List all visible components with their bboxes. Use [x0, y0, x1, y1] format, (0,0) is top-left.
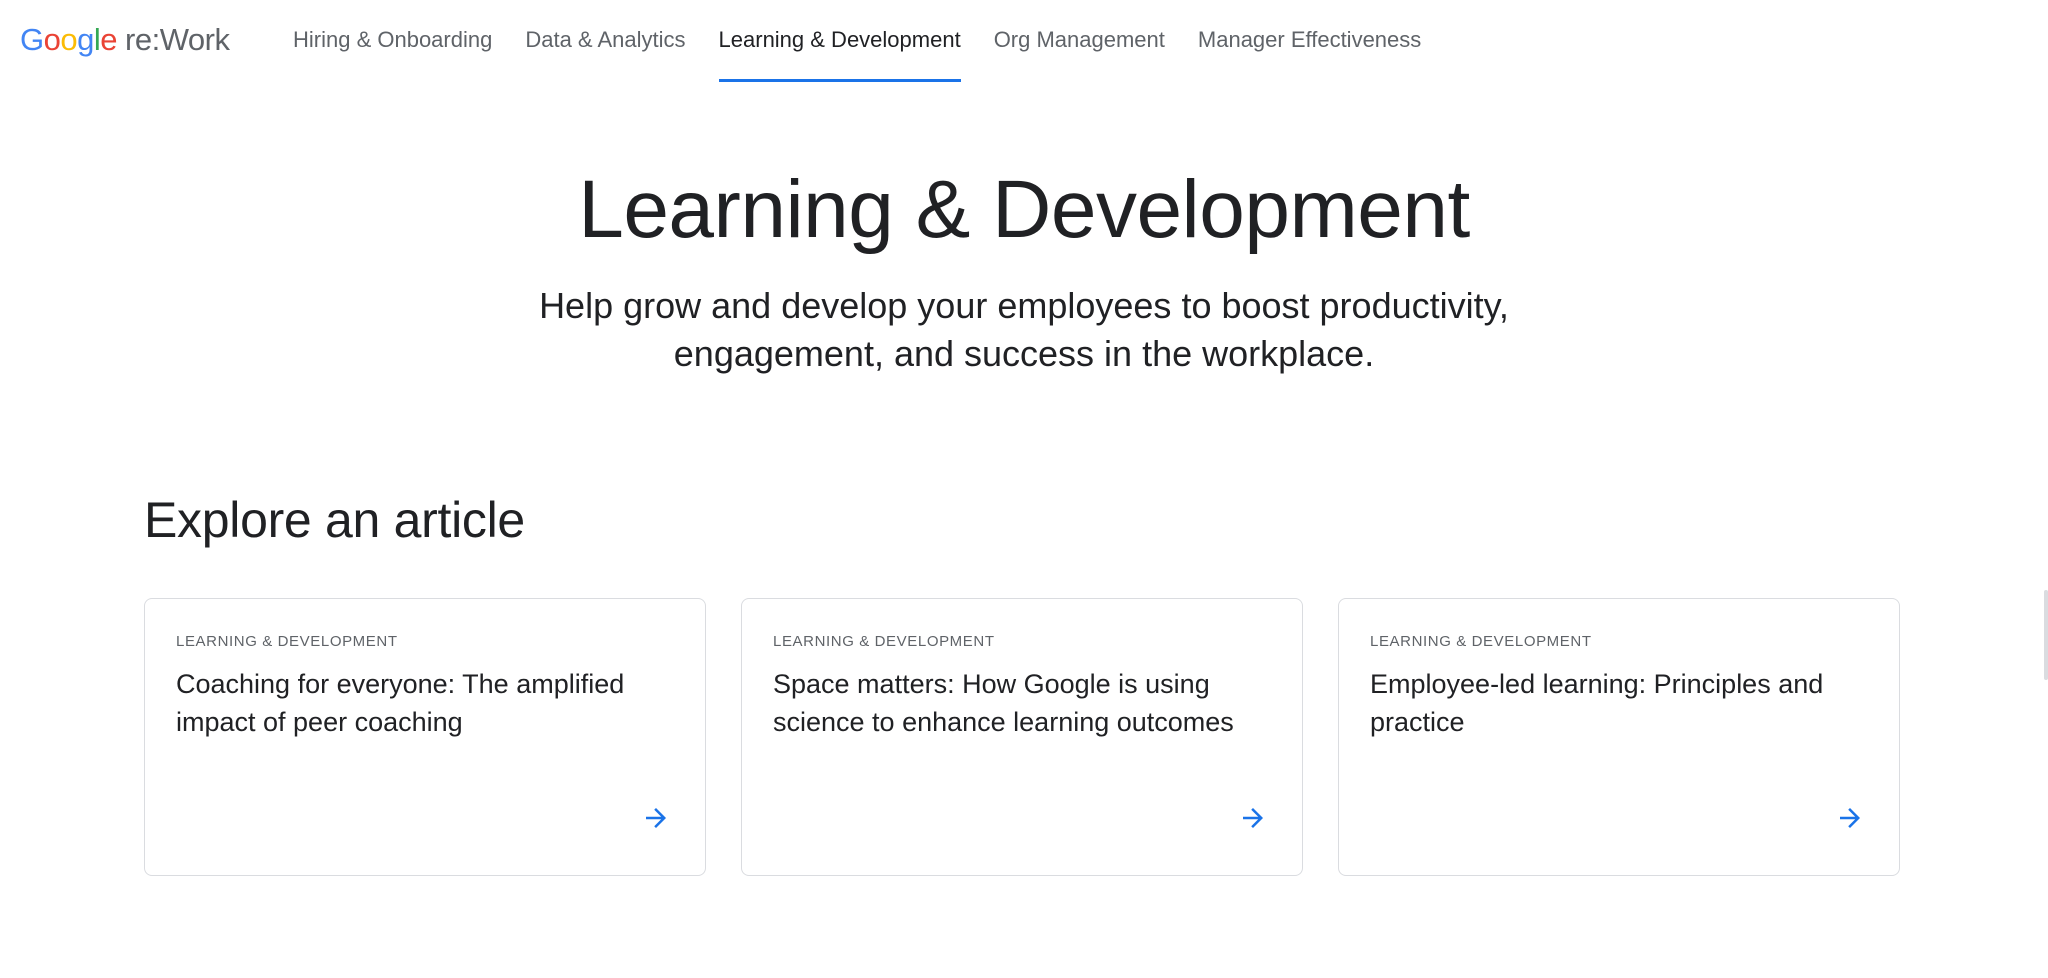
logo-product-name: re:Work — [125, 22, 230, 57]
card-title: Space matters: How Google is using scien… — [773, 669, 1234, 737]
arrow-right-icon[interactable] — [641, 803, 671, 833]
google-rework-logo[interactable]: Google re:Work — [20, 19, 230, 61]
page-subtitle: Help grow and develop your employees to … — [539, 285, 1509, 374]
nav-item-hiring-onboarding[interactable]: Hiring & Onboarding — [293, 0, 492, 82]
article-card-peer-coaching[interactable]: Learning & Development Coaching for ever… — [144, 598, 706, 876]
logo-letter: o — [60, 22, 78, 57]
section-title: Explore an article — [144, 492, 525, 548]
arrow-right-icon[interactable] — [1835, 803, 1865, 833]
nav-item-learning-development[interactable]: Learning & Development — [718, 0, 961, 82]
article-card-employee-led-learning[interactable]: Learning & Development Employee-led lear… — [1338, 598, 1900, 876]
logo-letter: e — [100, 22, 118, 57]
site-header: Google re:Work Hiring & Onboarding Data … — [0, 0, 2048, 82]
card-category: Learning & Development — [773, 633, 995, 650]
logo-letter: G — [20, 22, 44, 57]
card-title: Coaching for everyone: The amplified imp… — [176, 669, 625, 737]
nav-item-manager-effectiveness[interactable]: Manager Effectiveness — [1198, 0, 1421, 82]
card-category: Learning & Development — [176, 633, 398, 650]
logo-letter: g — [77, 22, 94, 57]
card-category: Learning & Development — [1370, 633, 1592, 650]
page-title: Learning & Development — [578, 164, 1470, 255]
article-card-space-matters[interactable]: Learning & Development Space matters: Ho… — [741, 598, 1303, 876]
card-title: Employee-led learning: Principles and pr… — [1370, 669, 1824, 737]
nav-item-org-management[interactable]: Org Management — [994, 0, 1165, 82]
logo-letter: o — [43, 22, 61, 57]
page: Google re:Work Hiring & Onboarding Data … — [0, 0, 2048, 978]
arrow-right-icon[interactable] — [1238, 803, 1268, 833]
scrollbar-thumb[interactable] — [2044, 590, 2048, 680]
main-nav: Hiring & Onboarding Data & Analytics Lea… — [293, 0, 1454, 82]
article-cards: Learning & Development Coaching for ever… — [144, 598, 1902, 880]
nav-item-data-analytics[interactable]: Data & Analytics — [525, 0, 685, 82]
